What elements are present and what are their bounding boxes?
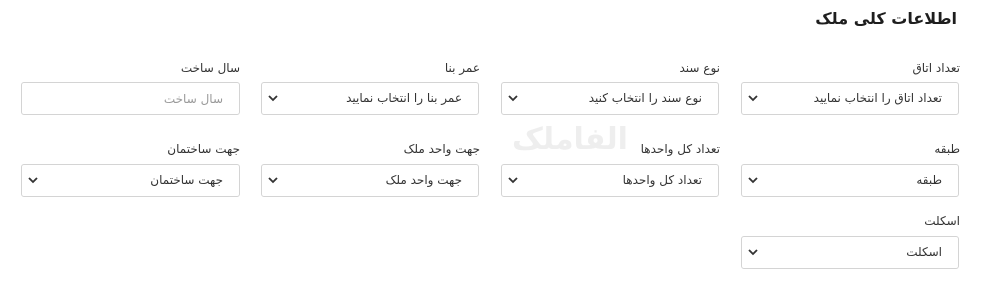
floor-select-value: طبقه: [916, 173, 942, 187]
chevron-down-icon: [28, 177, 38, 184]
unit-direction-label: جهت واحد ملک: [403, 142, 480, 156]
building-age-select-value: عمر بنا را انتخاب نمایید: [346, 91, 462, 105]
year-built-label: سال ساخت: [180, 61, 240, 75]
building-age-select[interactable]: عمر بنا را انتخاب نمایید: [261, 82, 479, 115]
chevron-down-icon: [268, 177, 278, 184]
building-direction-select-value: جهت ساختمان: [150, 173, 223, 187]
skeleton-label: اسکلت: [924, 214, 960, 228]
unit-direction-select[interactable]: جهت واحد ملک: [261, 164, 479, 197]
deed-type-select[interactable]: نوع سند را انتخاب کنید: [501, 82, 719, 115]
total-units-select[interactable]: تعداد کل واحدها: [501, 164, 719, 197]
rooms-select[interactable]: تعداد اتاق را انتخاب نمایید: [741, 82, 959, 115]
rooms-select-value: تعداد اتاق را انتخاب نمایید: [813, 91, 942, 105]
rooms-label: تعداد اتاق: [912, 61, 960, 75]
year-built-field[interactable]: [21, 82, 240, 115]
building-age-label: عمر بنا: [444, 61, 480, 75]
chevron-down-icon: [508, 177, 518, 184]
total-units-select-value: تعداد کل واحدها: [622, 173, 702, 187]
deed-type-label: نوع سند: [679, 61, 721, 75]
section-title: اطلاعات کلی ملک: [815, 9, 957, 28]
building-direction-label: جهت ساختمان: [167, 142, 240, 156]
floor-label: طبقه: [934, 142, 960, 156]
deed-type-select-value: نوع سند را انتخاب کنید: [588, 91, 702, 105]
chevron-down-icon: [268, 95, 278, 102]
floor-select[interactable]: طبقه: [741, 164, 959, 197]
year-built-input[interactable]: [22, 83, 239, 114]
unit-direction-select-value: جهت واحد ملک: [385, 173, 462, 187]
chevron-down-icon: [748, 95, 758, 102]
chevron-down-icon: [748, 177, 758, 184]
skeleton-select[interactable]: اسکلت: [741, 236, 959, 269]
watermark-logo: الفاملک: [512, 122, 628, 157]
skeleton-select-value: اسکلت: [906, 245, 942, 259]
total-units-label: تعداد کل واحدها: [640, 142, 720, 156]
chevron-down-icon: [748, 249, 758, 256]
building-direction-select[interactable]: جهت ساختمان: [21, 164, 240, 197]
chevron-down-icon: [508, 95, 518, 102]
